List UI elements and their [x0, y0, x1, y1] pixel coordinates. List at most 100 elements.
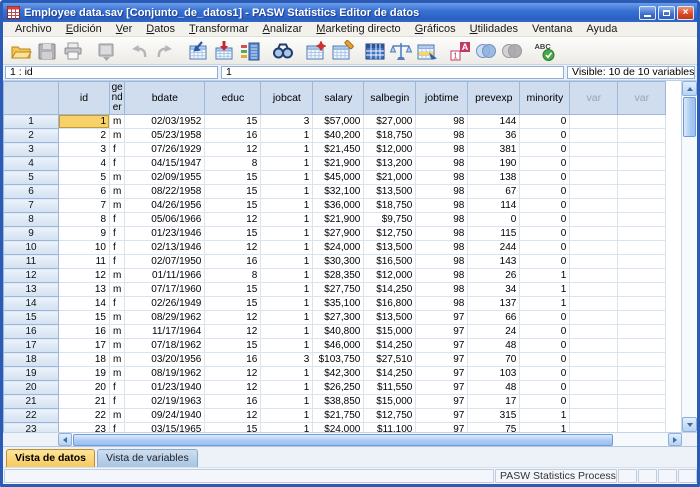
cell-prevexp[interactable]: 26: [468, 269, 520, 283]
cell-id[interactable]: 17: [59, 339, 110, 353]
cell-bdate[interactable]: 11/17/1964: [125, 325, 205, 339]
cell-jobcat[interactable]: 1: [261, 367, 313, 381]
cell-jobtime[interactable]: 98: [416, 199, 468, 213]
cell-var1[interactable]: [570, 213, 618, 227]
cell-salary[interactable]: $27,750: [313, 283, 364, 297]
cell-salbegin[interactable]: $14,250: [364, 283, 416, 297]
cell-educ[interactable]: 12: [205, 381, 261, 395]
cell-salbegin[interactable]: $18,750: [364, 129, 416, 143]
cell-var1[interactable]: [570, 171, 618, 185]
cell-salbegin[interactable]: $16,800: [364, 297, 416, 311]
cell-jobtime[interactable]: 97: [416, 423, 468, 433]
row-header[interactable]: 23: [4, 423, 59, 433]
cell-salary[interactable]: $24,000: [313, 241, 364, 255]
cell-prevexp[interactable]: 381: [468, 143, 520, 157]
cell-educ[interactable]: 12: [205, 213, 261, 227]
cell-var2[interactable]: [618, 297, 666, 311]
cell-minority[interactable]: 1: [520, 297, 570, 311]
menu-datos[interactable]: Datos: [139, 23, 182, 35]
cell-jobcat[interactable]: 1: [261, 129, 313, 143]
cell-jobtime[interactable]: 98: [416, 129, 468, 143]
cell-salbegin[interactable]: $13,200: [364, 157, 416, 171]
cell-var1[interactable]: [570, 381, 618, 395]
insert-cases-icon[interactable]: [303, 39, 329, 62]
cell-minority[interactable]: 0: [520, 325, 570, 339]
cell-salbegin[interactable]: $13,500: [364, 241, 416, 255]
cell-prevexp[interactable]: 34: [468, 283, 520, 297]
cell-var2[interactable]: [618, 381, 666, 395]
cell-gender[interactable]: m: [110, 339, 125, 353]
cell-id[interactable]: 15: [59, 311, 110, 325]
menu-utilidades[interactable]: Utilidades: [463, 23, 525, 35]
cell-salbegin[interactable]: $14,250: [364, 367, 416, 381]
cell-id[interactable]: 16: [59, 325, 110, 339]
horizontal-scrollbar[interactable]: [3, 432, 697, 446]
cell-salary[interactable]: $57,000: [313, 115, 364, 129]
column-header-prevexp[interactable]: prevexp: [468, 82, 520, 115]
minimize-button[interactable]: [639, 6, 656, 20]
cell-jobtime[interactable]: 97: [416, 339, 468, 353]
cell-minority[interactable]: 0: [520, 311, 570, 325]
menu-marketing-directo[interactable]: Marketing directo: [309, 23, 407, 35]
cell-id[interactable]: 7: [59, 199, 110, 213]
row-header[interactable]: 18: [4, 353, 59, 367]
cell-salary[interactable]: $24,000: [313, 423, 364, 433]
cell-var2[interactable]: [618, 283, 666, 297]
cell-id[interactable]: 11: [59, 255, 110, 269]
cell-prevexp[interactable]: 315: [468, 409, 520, 423]
cell-gender[interactable]: f: [110, 157, 125, 171]
cell-var2[interactable]: [618, 339, 666, 353]
cell-prevexp[interactable]: 144: [468, 115, 520, 129]
cell-prevexp[interactable]: 17: [468, 395, 520, 409]
open-data-icon[interactable]: [8, 39, 34, 62]
cell-salary[interactable]: $35,100: [313, 297, 364, 311]
cell-var2[interactable]: [618, 409, 666, 423]
menu-analizar[interactable]: Analizar: [256, 23, 310, 35]
cell-var2[interactable]: [618, 423, 666, 433]
cell-prevexp[interactable]: 70: [468, 353, 520, 367]
cell-jobcat[interactable]: 1: [261, 269, 313, 283]
weight-cases-icon[interactable]: [388, 39, 414, 62]
cell-jobcat[interactable]: 1: [261, 213, 313, 227]
cell-salary[interactable]: $30,300: [313, 255, 364, 269]
cell-jobcat[interactable]: 1: [261, 297, 313, 311]
cell-educ[interactable]: 16: [205, 395, 261, 409]
row-header[interactable]: 22: [4, 409, 59, 423]
cell-jobcat[interactable]: 1: [261, 395, 313, 409]
cell-var2[interactable]: [618, 227, 666, 241]
cell-var1[interactable]: [570, 297, 618, 311]
cell-prevexp[interactable]: 0: [468, 213, 520, 227]
cell-bdate[interactable]: 02/26/1949: [125, 297, 205, 311]
cell-educ[interactable]: 15: [205, 115, 261, 129]
cell-gender[interactable]: f: [110, 395, 125, 409]
cell-jobcat[interactable]: 1: [261, 381, 313, 395]
cell-var1[interactable]: [570, 199, 618, 213]
cell-jobcat[interactable]: 1: [261, 227, 313, 241]
cell-prevexp[interactable]: 137: [468, 297, 520, 311]
cell-bdate[interactable]: 04/26/1956: [125, 199, 205, 213]
close-button[interactable]: ×: [677, 6, 694, 20]
cell-prevexp[interactable]: 114: [468, 199, 520, 213]
menu-ver[interactable]: Ver: [109, 23, 140, 35]
cell-jobtime[interactable]: 98: [416, 227, 468, 241]
cell-jobtime[interactable]: 98: [416, 213, 468, 227]
cell-bdate[interactable]: 08/19/1962: [125, 367, 205, 381]
cell-educ[interactable]: 15: [205, 171, 261, 185]
column-header-var2[interactable]: var: [618, 82, 666, 115]
cell-bdate[interactable]: 07/17/1960: [125, 283, 205, 297]
cell-bdate[interactable]: 08/22/1958: [125, 185, 205, 199]
spell-check-icon[interactable]: ABC: [532, 39, 558, 62]
column-header-id[interactable]: id: [59, 82, 110, 115]
cell-var1[interactable]: [570, 283, 618, 297]
cell-var1[interactable]: [570, 269, 618, 283]
cell-bdate[interactable]: 03/15/1965: [125, 423, 205, 433]
active-cell-reference[interactable]: 1 : id: [5, 66, 218, 79]
scroll-right-button[interactable]: [668, 433, 682, 446]
cell-id[interactable]: 19: [59, 367, 110, 381]
cell-jobtime[interactable]: 97: [416, 325, 468, 339]
cell-educ[interactable]: 15: [205, 297, 261, 311]
cell-educ[interactable]: 15: [205, 227, 261, 241]
cell-jobtime[interactable]: 98: [416, 283, 468, 297]
cell-educ[interactable]: 16: [205, 129, 261, 143]
cell-bdate[interactable]: 02/09/1955: [125, 171, 205, 185]
